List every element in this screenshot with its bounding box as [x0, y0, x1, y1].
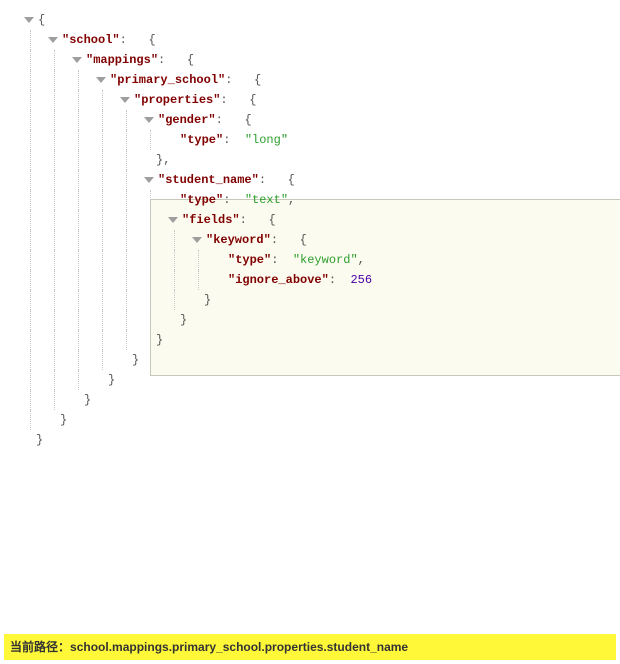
value-text: text — [252, 193, 281, 207]
tree-row[interactable]: "primary_school": { — [6, 70, 620, 90]
json-value: 256 — [350, 270, 372, 290]
json-value: "text" — [245, 190, 288, 210]
close-brace: } — [60, 410, 67, 430]
tree-row: } — [6, 350, 620, 370]
json-value: "long" — [245, 130, 288, 150]
close-brace: } — [108, 370, 115, 390]
json-key: "school" — [62, 30, 120, 50]
chevron-down-icon[interactable] — [70, 53, 84, 67]
tree-row: } — [6, 310, 620, 330]
key-text: fields — [189, 213, 232, 227]
key-text: ignore_above — [235, 273, 321, 287]
tree-row-highlighted[interactable]: "student_name": { — [6, 170, 620, 190]
tree-row: { — [6, 10, 620, 30]
key-text: type — [187, 133, 216, 147]
chevron-down-icon[interactable] — [118, 93, 132, 107]
close-brace: } — [156, 330, 163, 350]
json-key: "student_name" — [158, 170, 259, 190]
tree-row[interactable]: "gender": { — [6, 110, 620, 130]
close-brace: } — [180, 310, 187, 330]
chevron-down-icon[interactable] — [142, 113, 156, 127]
json-key: "primary_school" — [110, 70, 225, 90]
chevron-down-icon[interactable] — [94, 73, 108, 87]
status-bar: 当前路径：school.mappings.primary_school.prop… — [4, 634, 616, 660]
key-text: gender — [165, 113, 208, 127]
tree-row[interactable]: "type": "keyword", — [6, 250, 620, 270]
tree-row: }, — [6, 150, 620, 170]
value-text: keyword — [300, 253, 350, 267]
json-key: "mappings" — [86, 50, 158, 70]
close-brace: } — [204, 290, 211, 310]
close-brace: }, — [156, 150, 170, 170]
json-value: "keyword" — [293, 250, 358, 270]
json-key: "gender" — [158, 110, 216, 130]
key-text: properties — [141, 93, 213, 107]
open-brace: { — [38, 10, 45, 30]
key-text: keyword — [213, 233, 263, 247]
tree-row[interactable]: "properties": { — [6, 90, 620, 110]
tree-row[interactable]: "ignore_above": 256 — [6, 270, 620, 290]
key-text: primary_school — [117, 73, 218, 87]
tree-row: } — [6, 290, 620, 310]
tree-row[interactable]: "type": "text", — [6, 190, 620, 210]
tree-row[interactable]: "school": { — [6, 30, 620, 50]
chevron-down-icon[interactable] — [142, 173, 156, 187]
tree-row: } — [6, 430, 620, 450]
chevron-down-icon[interactable] — [22, 13, 36, 27]
json-key: "type" — [180, 130, 223, 150]
json-key: "properties" — [134, 90, 220, 110]
tree-row: } — [6, 390, 620, 410]
tree-row[interactable]: "mappings": { — [6, 50, 620, 70]
tree-row[interactable]: "keyword": { — [6, 230, 620, 250]
json-tree: { "school": { "mappings": { "primary_sch… — [0, 0, 620, 450]
key-text: student_name — [165, 173, 251, 187]
json-key: "fields" — [182, 210, 240, 230]
json-key: "type" — [228, 250, 271, 270]
status-label: 当前路径： — [10, 640, 70, 654]
status-path: school.mappings.primary_school.propertie… — [70, 640, 408, 654]
json-key: "ignore_above" — [228, 270, 329, 290]
chevron-down-icon[interactable] — [166, 213, 180, 227]
close-brace: } — [36, 430, 43, 450]
key-text: mappings — [93, 53, 151, 67]
chevron-down-icon[interactable] — [46, 33, 60, 47]
tree-row: } — [6, 410, 620, 430]
tree-row[interactable]: "type": "long" — [6, 130, 620, 150]
key-text: type — [187, 193, 216, 207]
tree-row[interactable]: "fields": { — [6, 210, 620, 230]
close-brace: } — [132, 350, 139, 370]
key-text: type — [235, 253, 264, 267]
tree-row: } — [6, 330, 620, 350]
value-text: long — [252, 133, 281, 147]
json-key: "keyword" — [206, 230, 271, 250]
tree-row: } — [6, 370, 620, 390]
close-brace: } — [84, 390, 91, 410]
chevron-down-icon[interactable] — [190, 233, 204, 247]
key-text: school — [69, 33, 112, 47]
json-key: "type" — [180, 190, 223, 210]
